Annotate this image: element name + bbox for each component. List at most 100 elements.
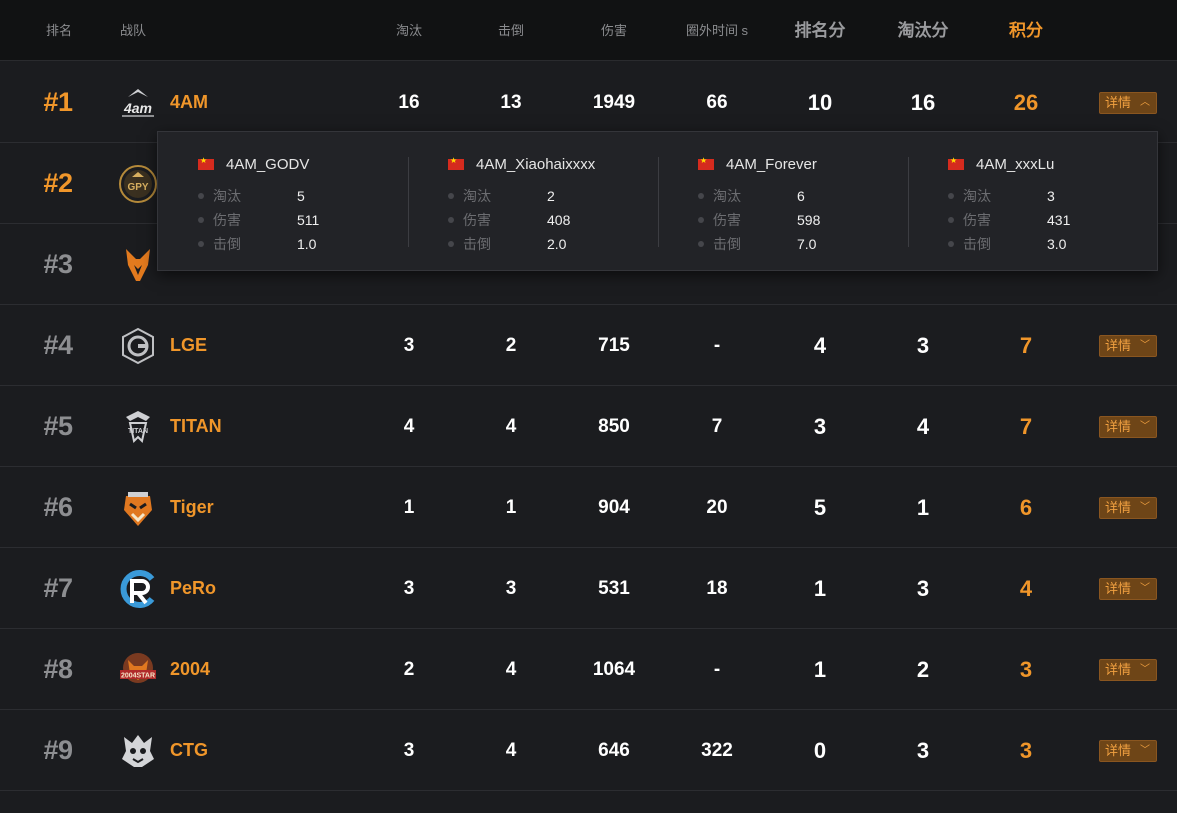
detail-label: 详情 [1105,743,1132,758]
team-name[interactable]: 2004 [170,629,210,710]
stat-value: 2 [547,188,555,204]
team-logo-fox [126,249,150,281]
kill-points-value: 1 [916,495,930,520]
total-points-value: 7 [1019,333,1033,358]
outside-time-value: 7 [711,416,723,437]
team-name[interactable]: LGE [170,305,207,386]
total-points-value: 4 [1019,576,1033,601]
detail-button[interactable]: 详情 ︿ [1099,92,1157,114]
table-row: #7 PeRo 3 3 531 18 1 3 4 详情 ﹀ [0,548,1177,629]
outside-time-value: - [713,335,721,356]
rank-number: #8 [43,654,73,684]
china-flag-icon [448,156,464,170]
player-name[interactable]: 4AM_GODV [226,156,309,173]
team-name[interactable]: CTG [170,710,208,791]
header-team: 战队 [119,23,146,38]
bullet-icon [198,193,204,200]
stat-label: 击倒 [213,236,241,252]
stat-value: 7.0 [797,236,817,252]
chevron-down-icon: ﹀ [1140,340,1150,351]
stat-label: 淘汰 [713,188,741,204]
rank-points-value: 5 [813,495,827,520]
kill-points-value: 3 [916,738,930,763]
team-logo-tiger [124,492,152,526]
chevron-down-icon: ﹀ [1140,421,1150,432]
stat-label: 伤害 [463,212,491,228]
team-name[interactable]: TITAN [170,386,222,467]
player-card: 4AM_Xiaohaixxxx 淘汰 2 伤害 408 击倒 2.0 [408,132,658,272]
bullet-icon [198,241,204,248]
detail-button[interactable]: 详情 ﹀ [1099,659,1157,681]
team-logo-2004star: 2004STAR [120,653,156,683]
knocks-value: 3 [505,578,517,599]
outside-time-value: 18 [706,578,728,599]
table-row: #5 TITAN TITAN 4 4 850 7 3 4 7 详情 ﹀ [0,386,1177,467]
damage-value: 1064 [592,659,636,680]
detail-button[interactable]: 详情 ﹀ [1099,497,1157,519]
player-details-popup: 4AM_GODV 淘汰 5 伤害 511 击倒 1.0 4AM_Xiaohaixxxx… [157,131,1158,271]
detail-label: 详情 [1105,95,1132,110]
team-logo-ctg [122,735,154,767]
team-name[interactable]: Tiger [170,467,214,548]
rank-number: #3 [43,249,73,279]
rank-number: #7 [43,573,73,603]
detail-label: 详情 [1105,500,1132,515]
team-logo-pero [120,570,155,608]
chevron-up-icon: ︿ [1140,97,1150,108]
player-name[interactable]: 4AM_Xiaohaixxxx [476,156,595,173]
player-name[interactable]: 4AM_Forever [726,156,817,173]
stat-label: 淘汰 [213,188,241,204]
damage-value: 715 [598,335,630,356]
detail-button[interactable]: 详情 ﹀ [1099,578,1157,600]
detail-label: 详情 [1105,662,1132,677]
kill-points-value: 2 [916,657,930,682]
knocks-value: 4 [505,659,517,680]
stat-label: 伤害 [963,212,991,228]
player-name[interactable]: 4AM_xxxLu [976,156,1054,173]
bullet-icon [698,193,704,200]
header-damage: 伤害 [600,23,627,38]
kills-value: 1 [403,497,415,518]
player-card: 4AM_xxxLu 淘汰 3 伤害 431 击倒 3.0 [908,132,1158,272]
header-kill-points: 淘汰分 [897,21,949,40]
stat-value: 6 [797,188,805,204]
detail-button[interactable]: 详情 ﹀ [1099,335,1157,357]
damage-value: 646 [598,740,630,761]
stat-value: 1.0 [297,236,317,252]
kills-value: 4 [403,416,415,437]
table-row: #8 2004STAR 2004 2 4 1064 - 1 2 3 详情 ﹀ [0,629,1177,710]
header-kills: 淘汰 [395,23,422,38]
rank-points-value: 1 [813,657,827,682]
china-flag-icon [948,156,964,170]
svg-text:4am: 4am [123,100,152,116]
stat-value: 5 [297,188,305,204]
stat-value: 431 [1047,212,1071,228]
detail-button[interactable]: 详情 ﹀ [1099,740,1157,762]
stat-label: 击倒 [713,236,741,252]
outside-time-value: 322 [701,740,733,761]
bullet-icon [698,217,704,224]
bullet-icon [948,241,954,248]
rank-number: #6 [43,492,73,522]
team-name[interactable]: PeRo [170,548,216,629]
bullet-icon [448,193,454,200]
stat-value: 408 [547,212,571,228]
detail-button[interactable]: 详情 ﹀ [1099,416,1157,438]
bullet-icon [948,217,954,224]
detail-label: 详情 [1105,338,1132,353]
header-knocks: 击倒 [497,23,524,38]
svg-text:2004STAR: 2004STAR [121,673,155,680]
rank-number: #9 [43,735,73,765]
rank-points-value: 0 [813,738,827,763]
knocks-value: 1 [505,497,517,518]
rank-points-value: 3 [813,414,827,439]
kill-points-value: 3 [916,333,930,358]
chevron-down-icon: ﹀ [1140,664,1150,675]
rank-number: #5 [43,411,73,441]
player-card: 4AM_Forever 淘汰 6 伤害 598 击倒 7.0 [658,132,908,272]
total-points-value: 3 [1019,657,1033,682]
rank-points-value: 4 [813,333,827,358]
stat-value: 3.0 [1047,236,1067,252]
knocks-value: 2 [505,335,517,356]
stat-label: 淘汰 [963,188,991,204]
